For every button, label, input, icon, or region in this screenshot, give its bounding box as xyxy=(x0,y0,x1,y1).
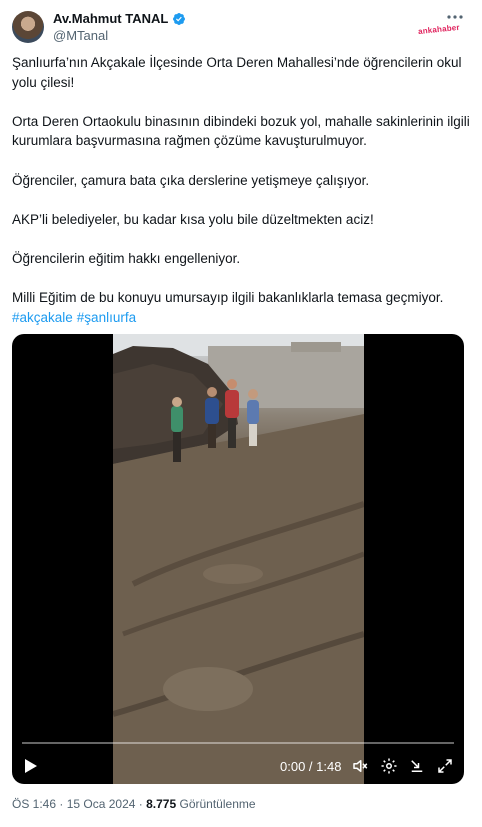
tweet-paragraph: Öğrenciler, çamura bata çıka derslerine … xyxy=(12,172,370,188)
avatar[interactable] xyxy=(12,11,44,43)
video-scene xyxy=(113,334,364,784)
post-time[interactable]: ÖS 1:46 xyxy=(12,797,56,811)
tweet-paragraph: AKP’li belediyeler, bu kadar kısa yolu b… xyxy=(12,211,374,227)
last-paragraph: Milli Eğitim de bu konuyu umursayıp ilgi… xyxy=(12,288,472,327)
tweet-paragraph: Orta Deren Ortaokulu binasının dibindeki… xyxy=(12,113,470,149)
hashtag-link[interactable]: #akçakale xyxy=(12,310,73,325)
views-label: Görüntülenme xyxy=(179,797,256,811)
display-name[interactable]: Av.Mahmut TANAL xyxy=(53,11,168,26)
watermark: ankahaber xyxy=(417,22,461,37)
author-info: Av.Mahmut TANAL @MTanal xyxy=(53,10,186,43)
views-count: 8.775 xyxy=(146,797,177,811)
video-time: 0:00 / 1:48 xyxy=(280,759,342,774)
settings-icon[interactable] xyxy=(380,757,398,775)
video-player[interactable]: 0:00 / 1:48 xyxy=(12,334,464,784)
pip-icon[interactable] xyxy=(408,757,426,775)
tweet-text: Şanlıurfa’nın Akçakale İlçesinde Orta De… xyxy=(12,53,472,327)
fullscreen-icon[interactable] xyxy=(436,757,454,775)
post-date[interactable]: 15 Oca 2024 xyxy=(67,797,136,811)
tweet-paragraph: Şanlıurfa’nın Akçakale İlçesinde Orta De… xyxy=(12,55,462,90)
more-icon[interactable] xyxy=(445,11,465,23)
handle[interactable]: @MTanal xyxy=(53,28,186,43)
tweet: Av.Mahmut TANAL @MTanal ankahaber Şanlıu… xyxy=(0,0,482,827)
volume-icon[interactable] xyxy=(351,757,369,775)
hashtags: #akçakale #şanlıurfa xyxy=(12,308,472,328)
tweet-paragraph: Öğrencilerin eğitim hakkı engelleniyor. xyxy=(12,250,241,266)
tweet-meta: ÖS 1:46 · 15 Oca 2024 · 8.775 Görüntülen… xyxy=(12,797,256,811)
separator: · xyxy=(138,797,143,811)
progress-bar[interactable] xyxy=(22,742,454,744)
video-controls: 0:00 / 1:48 xyxy=(12,752,464,780)
tweet-paragraph: Milli Eğitim de bu konuyu umursayıp ilgi… xyxy=(12,290,444,306)
name-row: Av.Mahmut TANAL xyxy=(53,10,186,27)
video-frame[interactable] xyxy=(113,334,364,784)
hashtag-link[interactable]: #şanlıurfa xyxy=(77,310,136,325)
verified-icon xyxy=(173,12,186,25)
play-icon[interactable] xyxy=(24,758,38,774)
separator: · xyxy=(59,797,64,811)
